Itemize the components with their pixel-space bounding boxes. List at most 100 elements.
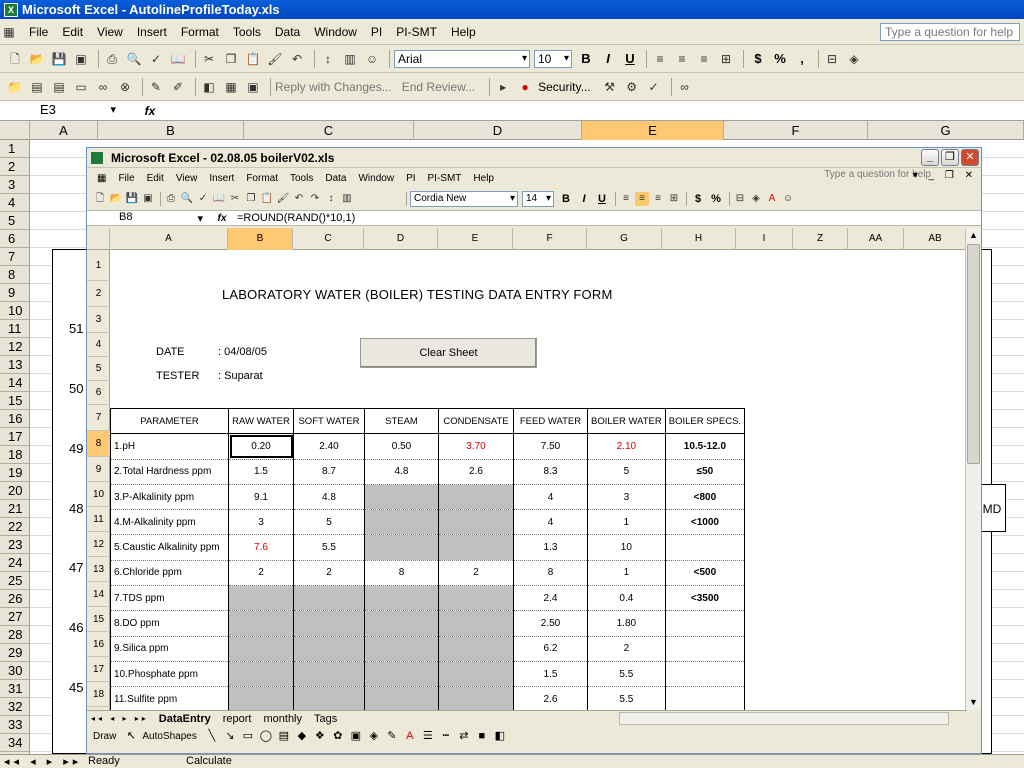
menu-insert[interactable]: Insert [203,173,240,184]
arrow-style-icon[interactable]: ⇄ [457,729,471,743]
outer-title-bar[interactable]: X Microsoft Excel - AutolineProfileToday… [0,0,1024,19]
underline-button[interactable]: U [620,51,640,66]
compare-icon[interactable]: ▦ [222,78,240,96]
value-cell-soft[interactable] [293,610,365,637]
workbook-icon[interactable]: ▦ [0,23,18,41]
fill-color-icon[interactable]: ◈ [749,192,763,206]
align-left-icon[interactable]: ≡ [651,50,669,68]
fill-color-icon[interactable]: ◈ [845,50,863,68]
column-header[interactable]: D [364,228,438,250]
value-cell-cond[interactable] [438,661,514,688]
row-header[interactable]: 13 [0,356,30,374]
row-header[interactable]: 18 [87,682,110,707]
value-cell-feed[interactable]: 8 [513,560,588,587]
menu-data[interactable]: Data [319,173,352,184]
parameter-cell[interactable]: 11.Sulfite ppm [110,686,229,710]
column-header[interactable]: C [293,228,364,250]
row-header[interactable]: 2 [0,158,30,176]
align-right-icon[interactable]: ≡ [695,50,713,68]
row-header[interactable]: 17 [0,428,30,446]
row-header[interactable]: 13 [87,557,110,582]
value-cell-raw[interactable] [228,661,294,688]
borders-icon[interactable]: ⊟ [733,192,747,206]
value-cell-steam[interactable]: 0.50 [364,433,439,460]
value-cell-steam[interactable]: 8 [364,560,439,587]
value-cell-steam[interactable] [364,661,439,688]
new-icon[interactable]: 🗋 [6,50,24,68]
chart-wizard-icon[interactable]: ▥ [340,192,354,206]
parameter-cell[interactable]: 1.pH [110,433,229,460]
row-header[interactable]: 1 [87,250,110,281]
save-icon[interactable]: 💾 [50,50,68,68]
value-cell-feed[interactable]: 1.5 [513,661,588,688]
value-cell-steam[interactable] [364,534,439,561]
chart-legend-md[interactable]: MD [978,484,1006,532]
chart-wizard-icon[interactable]: ▥ [341,50,359,68]
copy-icon[interactable]: ❐ [244,192,258,206]
row-header[interactable]: 6 [87,381,110,405]
permission-icon[interactable]: ▣ [72,50,90,68]
menu-pi[interactable]: PI [364,25,389,39]
print-icon[interactable]: ⎙ [164,192,178,206]
inner-title-bar[interactable]: Microsoft Excel - 02.08.05 boilerV02.xls… [87,148,981,168]
delete-icon[interactable]: ⊗ [116,78,134,96]
tester-value[interactable]: : Suparat [218,370,263,382]
align-center-icon[interactable]: ≡ [635,192,649,206]
column-header[interactable]: AA [848,228,904,250]
value-cell-soft[interactable] [293,636,365,662]
line-style-icon[interactable]: ☰ [421,729,435,743]
value-cell-spec[interactable]: <1000 [665,509,746,536]
value-cell-boiler[interactable]: 10 [587,534,666,561]
cut-icon[interactable]: ✂ [228,192,242,206]
copy-icon[interactable]: ❐ [222,50,240,68]
row-header[interactable]: 16 [87,632,110,657]
value-cell-feed[interactable]: 4 [513,509,588,536]
insert-function-icon[interactable]: fx [207,213,237,224]
value-cell-boiler[interactable]: 5.5 [587,686,666,710]
tab-monthly[interactable]: monthly [257,713,308,725]
research-icon[interactable]: 📖 [169,50,187,68]
row-header[interactable]: 7 [0,248,30,266]
date-value[interactable]: : 04/08/05 [218,346,267,358]
value-cell-feed[interactable]: 2.6 [513,686,588,710]
parameter-cell[interactable]: 9.Silica ppm [110,636,229,662]
value-cell-raw[interactable] [228,585,294,612]
value-cell-cond[interactable] [438,636,514,662]
value-cell-feed[interactable]: 8.3 [513,459,588,485]
row-header[interactable]: 1 [0,140,30,158]
value-cell-spec[interactable] [665,534,746,561]
format-painter-icon[interactable]: 🖌 [276,192,290,206]
draw-menu[interactable]: Draw [93,731,116,742]
row-header[interactable]: 9 [0,284,30,302]
bold-button[interactable]: B [558,193,574,205]
value-cell-spec[interactable]: <3500 [665,585,746,612]
menu-window[interactable]: Window [307,25,364,39]
row-header[interactable]: 15 [0,392,30,410]
menu-help[interactable]: Help [467,173,500,184]
column-header[interactable]: G [868,121,1024,140]
fill-color-icon[interactable]: ◈ [367,729,381,743]
row-header-selected[interactable]: 8 [87,431,110,457]
print-icon[interactable]: ⎙ [103,50,121,68]
tab-tags[interactable]: Tags [308,713,343,725]
column-header[interactable]: A [30,121,98,140]
value-cell-boiler[interactable]: 1 [587,509,666,536]
tools-icon[interactable]: ⚙ [623,78,641,96]
value-cell-raw[interactable]: 3 [228,509,294,536]
save-icon[interactable]: 💾 [125,192,139,206]
value-cell-cond[interactable] [438,534,514,561]
value-cell-steam[interactable] [364,484,439,511]
row-header[interactable]: 15 [87,607,110,632]
row-header[interactable]: 30 [0,662,30,680]
value-cell-feed[interactable]: 7.50 [513,433,588,460]
inner-name-box[interactable]: B8 [87,211,207,225]
italic-button[interactable]: I [576,193,592,205]
track-changes-icon[interactable]: ◧ [200,78,218,96]
diagram-icon[interactable]: ❖ [313,729,327,743]
insert-function-icon[interactable]: fx [120,104,180,118]
menu-help[interactable]: Help [444,25,483,39]
undo-icon[interactable]: ↶ [292,192,306,206]
column-header-selected[interactable]: E [582,121,724,140]
parameter-cell[interactable]: 4.M-Alkalinity ppm [110,509,229,536]
menu-tools[interactable]: Tools [226,25,268,39]
